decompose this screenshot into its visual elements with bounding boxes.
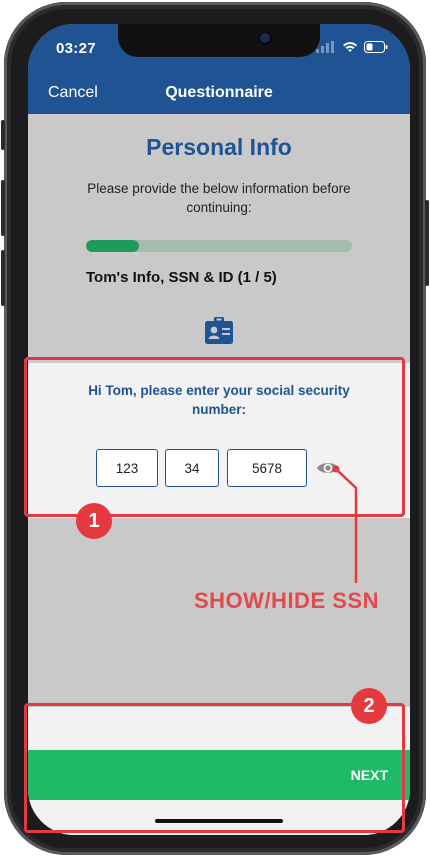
notch bbox=[118, 24, 320, 57]
camera-icon bbox=[260, 33, 270, 43]
show-hide-ssn-label: SHOW/HIDE SSN bbox=[194, 588, 379, 613]
status-bar: 03:27 bbox=[28, 24, 410, 72]
signal-icon bbox=[316, 41, 334, 53]
navigation-bar: Cancel Questionnaire bbox=[28, 72, 410, 114]
page-title: Personal Info bbox=[146, 134, 292, 160]
wifi-icon bbox=[343, 42, 357, 52]
annotation-box-ssn bbox=[24, 357, 405, 517]
annotation-box-footer bbox=[24, 703, 405, 833]
nav-title: Questionnaire bbox=[165, 84, 273, 101]
annotation-badge-1: 1 bbox=[76, 503, 112, 539]
battery-icon bbox=[364, 41, 388, 53]
step-label: Tom's Info, SSN & ID (1 / 5) bbox=[86, 269, 277, 286]
power-button bbox=[425, 200, 429, 286]
status-icons bbox=[316, 41, 388, 53]
volume-down-button bbox=[1, 250, 5, 306]
status-time: 03:27 bbox=[56, 40, 96, 57]
mute-switch bbox=[1, 120, 5, 150]
progress-fill bbox=[86, 240, 140, 252]
volume-up-button bbox=[1, 180, 5, 236]
annotation-badge-2: 2 bbox=[351, 688, 387, 724]
page-subtitle: Please provide the below information bef… bbox=[87, 181, 351, 215]
id-badge-icon bbox=[205, 317, 233, 344]
progress-bar bbox=[86, 240, 352, 252]
